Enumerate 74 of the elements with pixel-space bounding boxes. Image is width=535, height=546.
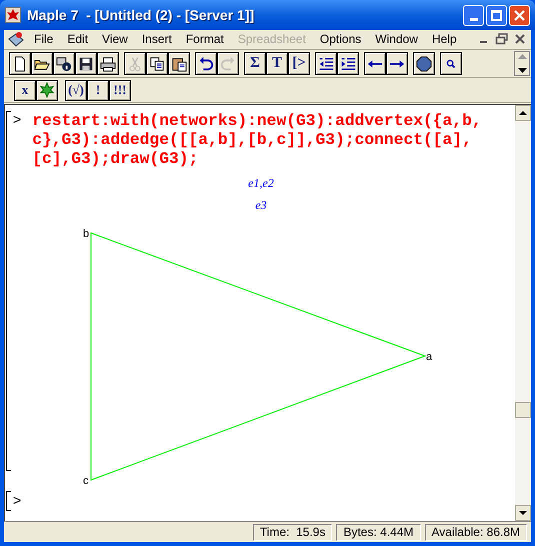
stop-sign-button[interactable] bbox=[413, 52, 435, 75]
menu-item[interactable]: Insert bbox=[134, 30, 179, 48]
indent-button[interactable] bbox=[337, 52, 359, 75]
scroll-thumb[interactable] bbox=[515, 402, 531, 418]
toolbar-button[interactable]: T bbox=[266, 52, 288, 75]
edge-label: e1,e2 bbox=[248, 175, 274, 192]
menu-item[interactable]: Edit bbox=[60, 30, 96, 48]
restore-icon[interactable] bbox=[495, 33, 509, 45]
printer-button[interactable] bbox=[97, 52, 119, 75]
menu-item[interactable]: File bbox=[27, 30, 60, 48]
paste-icon bbox=[171, 56, 187, 72]
scissors-icon bbox=[127, 56, 143, 72]
app-menu-icon[interactable] bbox=[7, 30, 25, 48]
menu-item[interactable]: Options bbox=[312, 30, 368, 48]
toolbar-scroll-control[interactable] bbox=[514, 51, 530, 76]
app-icon bbox=[5, 7, 21, 23]
down-arrow-icon bbox=[518, 68, 526, 73]
copy-button[interactable] bbox=[146, 52, 168, 75]
save-icon bbox=[78, 56, 94, 72]
input-prompt: > bbox=[13, 491, 22, 510]
indent-icon bbox=[340, 56, 356, 72]
close-button[interactable] bbox=[509, 4, 530, 26]
vertex-label: a bbox=[426, 351, 432, 363]
maple-leaf-icon bbox=[39, 82, 55, 98]
up-arrow-icon bbox=[518, 54, 526, 59]
vertex-label: b bbox=[83, 228, 90, 240]
undo-button[interactable] bbox=[195, 52, 217, 75]
outdent-icon bbox=[318, 56, 334, 72]
minimize-icon bbox=[470, 18, 478, 20]
info-button[interactable] bbox=[53, 52, 75, 75]
undo-icon bbox=[198, 56, 214, 72]
left-arrow-button[interactable] bbox=[364, 52, 386, 75]
stop-sign-icon bbox=[416, 56, 432, 72]
scroll-up-button[interactable] bbox=[515, 105, 531, 121]
vertex-label: c bbox=[83, 475, 88, 487]
menu-item[interactable]: View bbox=[95, 30, 135, 48]
toolbar-button[interactable]: Σ bbox=[244, 52, 266, 75]
toolbar-button[interactable]: [> bbox=[288, 52, 310, 75]
new-file-button[interactable] bbox=[9, 52, 31, 75]
info-icon bbox=[56, 56, 72, 72]
right-arrow-button[interactable] bbox=[386, 52, 408, 75]
maple-leaf-button[interactable] bbox=[36, 80, 58, 100]
maximize-icon bbox=[491, 10, 502, 20]
magnifier-button[interactable] bbox=[440, 52, 462, 75]
menu-item[interactable]: Format bbox=[178, 30, 231, 48]
outdent-button[interactable] bbox=[315, 52, 337, 75]
down-arrow-icon bbox=[519, 511, 527, 515]
input-code[interactable]: restart:with(networks):new(G3):addvertex({a,b,c},G3):addedge([[a,b],[b,c]],G3);connect([a],[c],G3);draw(G3); bbox=[32, 111, 502, 168]
menu-item[interactable]: Window bbox=[368, 30, 425, 48]
scrollbar[interactable] bbox=[515, 105, 531, 521]
status-field: Available: 86.8M bbox=[424, 524, 527, 540]
window-title: Maple 7 - [Untitled (2) - [Server 1]] bbox=[27, 6, 254, 25]
scroll-down-button[interactable] bbox=[515, 505, 531, 521]
up-arrow-icon bbox=[519, 111, 527, 115]
close-icon bbox=[514, 10, 525, 20]
toolbar-button[interactable]: !!! bbox=[109, 80, 131, 100]
paste-button[interactable] bbox=[168, 52, 190, 75]
minimize-button[interactable] bbox=[463, 4, 484, 26]
toolbar-button[interactable]: x bbox=[14, 80, 36, 100]
copy-icon bbox=[149, 56, 165, 72]
redo-icon bbox=[220, 56, 236, 72]
new-file-icon bbox=[12, 56, 28, 72]
toolbar-button[interactable]: (√) bbox=[65, 80, 87, 100]
edge-label: e3 bbox=[255, 197, 267, 214]
menu-item[interactable]: Help bbox=[424, 30, 464, 48]
maximize-button[interactable] bbox=[486, 4, 507, 26]
status-field: Bytes: 4.44M bbox=[336, 524, 420, 540]
toolbar-button[interactable]: ! bbox=[87, 80, 109, 100]
status-field: Time: 15.9s bbox=[252, 524, 332, 540]
printer-icon bbox=[100, 56, 116, 72]
save-button[interactable] bbox=[75, 52, 97, 75]
close-icon[interactable] bbox=[513, 33, 527, 45]
input-prompt: > bbox=[13, 110, 22, 129]
open-folder-button[interactable] bbox=[31, 52, 53, 75]
